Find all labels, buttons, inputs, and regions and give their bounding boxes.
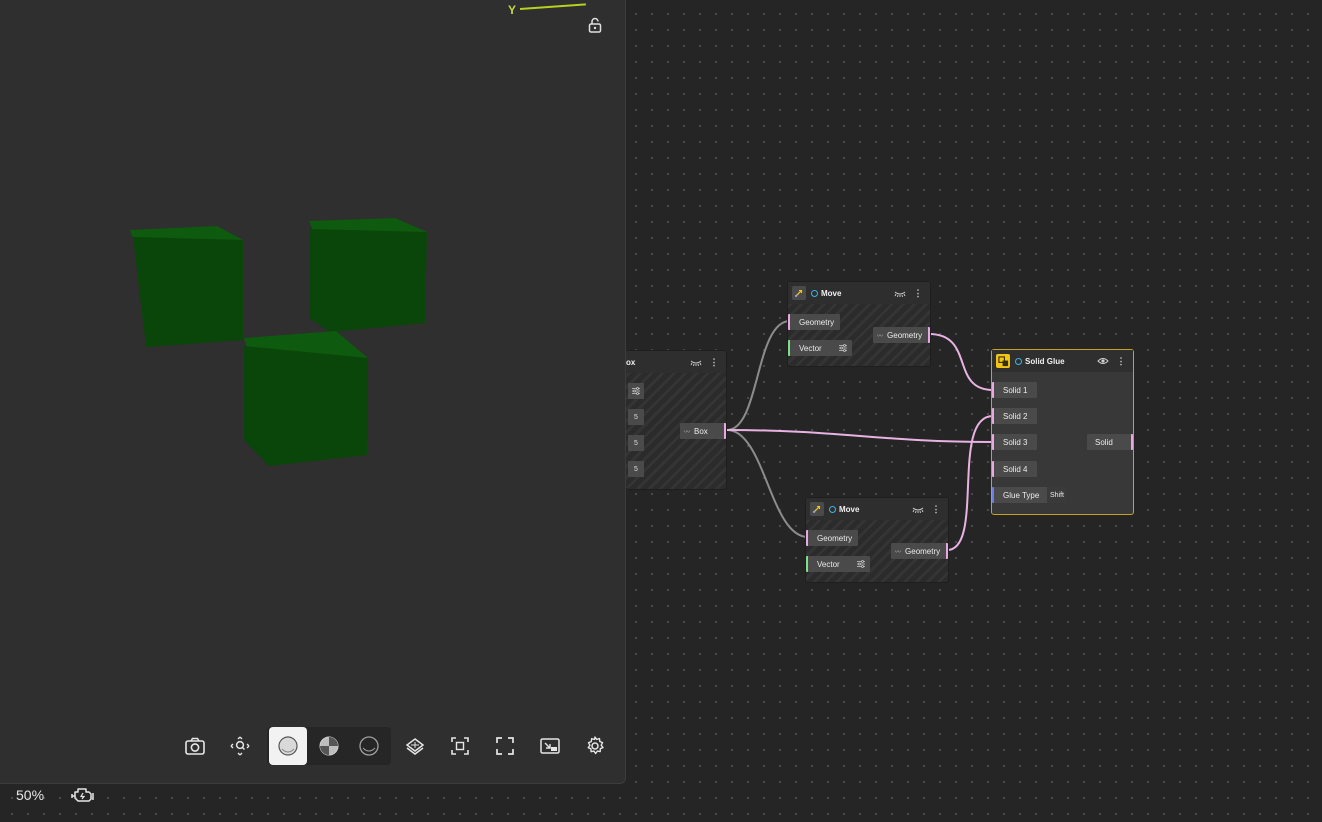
more-options-icon[interactable]: ⋮ [708, 357, 720, 367]
hide-preview-icon[interactable] [912, 504, 924, 514]
plane-icon[interactable] [395, 727, 435, 765]
camera-icon[interactable] [175, 727, 215, 765]
box-node-title: ox [626, 357, 636, 367]
solid-3-input-port[interactable]: Solid 3 [992, 434, 1037, 450]
move-node-header[interactable]: Move ⋮ [788, 282, 930, 304]
box-depth-value[interactable]: 5 [628, 461, 644, 477]
unlock-icon[interactable] [586, 16, 604, 34]
status-ring-icon [829, 505, 836, 513]
geometry-output-port[interactable]: 〰 Geometry [891, 543, 948, 559]
vector-input-port[interactable]: Vector [806, 556, 870, 572]
sliders-icon[interactable] [838, 343, 848, 353]
status-ring-icon [1015, 357, 1022, 365]
shading-solid-icon[interactable] [269, 727, 307, 765]
glue-type-field[interactable]: Glue Type Shift [992, 487, 1067, 503]
geometry-type-icon: 〰 [895, 549, 902, 556]
picture-in-picture-icon[interactable] [530, 727, 570, 765]
shading-mixed-icon[interactable] [309, 727, 349, 765]
solid-2-input-port[interactable]: Solid 2 [992, 408, 1037, 424]
eye-icon[interactable] [1097, 356, 1109, 366]
box-node[interactable]: ox ⋮ 5 5 5 〰 Box [626, 350, 727, 490]
solid-glue-icon [996, 354, 1010, 368]
solid-glue-title: Solid Glue [1025, 356, 1065, 366]
geometry-input-port[interactable]: Geometry [806, 530, 858, 546]
box-height-value[interactable]: 5 [628, 435, 644, 451]
shading-mode-group [267, 727, 391, 765]
more-options-icon[interactable]: ⋮ [912, 288, 924, 298]
cube-mesh[interactable] [244, 331, 368, 466]
cube-mesh[interactable] [309, 218, 427, 332]
shading-wire-icon[interactable] [349, 727, 389, 765]
box-params-settings[interactable] [628, 383, 644, 399]
zoom-level[interactable]: 50% [16, 787, 44, 803]
move-node-top[interactable]: Move ⋮ Geometry Vector 〰 Geometry [787, 281, 931, 367]
solid-1-input-port[interactable]: Solid 1 [992, 382, 1037, 398]
solid-4-input-port[interactable]: Solid 4 [992, 461, 1037, 477]
zoom-fit-icon[interactable] [220, 727, 260, 765]
more-options-icon[interactable]: ⋮ [1115, 356, 1127, 366]
wire-box-to-move-bottom [726, 429, 809, 538]
axis-y-label: Y [508, 3, 517, 17]
status-bar: 50% [0, 784, 625, 822]
fullscreen-icon[interactable] [485, 727, 525, 765]
geometry-type-icon: 〰 [684, 429, 691, 436]
box-node-header[interactable]: ox ⋮ [626, 351, 726, 373]
solid-output-port[interactable]: Solid [1087, 434, 1133, 450]
box-output-port[interactable]: 〰 Box [680, 423, 726, 439]
box-output-label: Box [694, 426, 708, 436]
geometry-output-port[interactable]: 〰 Geometry [873, 327, 930, 343]
geometry-type-icon: 〰 [877, 333, 884, 340]
wire-move-top-to-solid1 [928, 333, 994, 391]
3d-viewport[interactable]: Y [0, 0, 626, 784]
geometry-output-label: Geometry [887, 330, 923, 340]
frame-selection-icon[interactable] [440, 727, 480, 765]
move-node-title: Move [839, 504, 860, 514]
vector-input-label: Vector [817, 559, 840, 569]
box-width-value[interactable]: 5 [628, 409, 644, 425]
wire-box-to-solid3 [726, 429, 994, 443]
vector-input-label: Vector [799, 343, 822, 353]
move-node-header[interactable]: Move ⋮ [806, 498, 948, 520]
move-node-bottom[interactable]: Move ⋮ Geometry Vector 〰 Geometry [805, 497, 949, 583]
engine-icon[interactable] [70, 784, 96, 806]
hide-preview-icon[interactable] [894, 288, 906, 298]
hide-preview-icon[interactable] [690, 357, 702, 367]
vector-input-port[interactable]: Vector [788, 340, 852, 356]
wire-box-to-move-top [726, 320, 791, 431]
settings-icon[interactable] [575, 727, 615, 765]
status-ring-icon [811, 289, 818, 297]
more-options-icon[interactable]: ⋮ [930, 504, 942, 514]
move-icon [810, 502, 824, 516]
move-node-title: Move [821, 288, 842, 298]
solid-glue-node[interactable]: Solid Glue ⋮ Solid 1 Solid 2 Solid 3 Sol… [991, 349, 1134, 515]
move-icon [792, 286, 806, 300]
scene-canvas[interactable] [0, 0, 625, 783]
geometry-output-label: Geometry [905, 546, 941, 556]
cube-mesh[interactable] [130, 226, 243, 347]
solid-glue-header[interactable]: Solid Glue ⋮ [992, 350, 1133, 372]
geometry-input-port[interactable]: Geometry [788, 314, 840, 330]
wire-move-bottom-to-solid2 [946, 415, 994, 551]
sliders-icon[interactable] [856, 559, 866, 569]
glue-type-value[interactable]: Shift [1047, 487, 1067, 503]
glue-type-label: Glue Type [1003, 490, 1040, 500]
viewport-toolbar [174, 727, 618, 765]
